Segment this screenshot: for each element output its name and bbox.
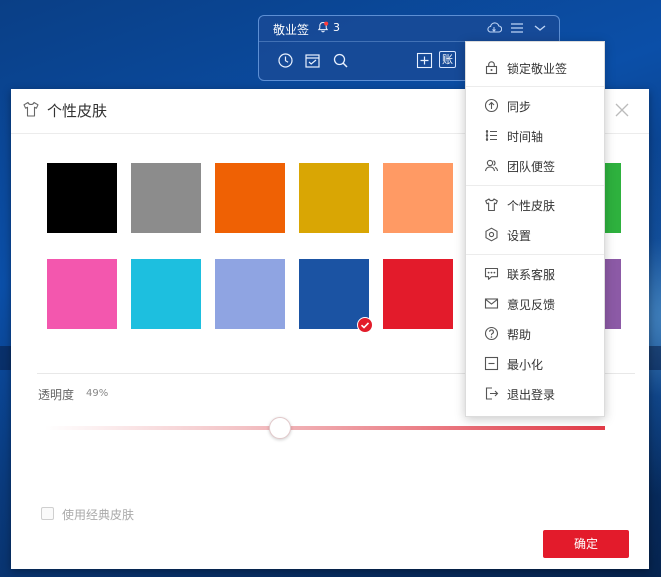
color-swatch[interactable] (131, 163, 201, 233)
hexagon-settings-icon (485, 227, 498, 242)
logout-icon (485, 387, 499, 400)
bell-icon[interactable] (317, 21, 329, 33)
menu-separator (466, 86, 604, 87)
opacity-value: 49% (86, 388, 109, 399)
menu-item-label: 最小化 (507, 358, 544, 372)
menu-item-label: 联系客服 (507, 268, 556, 282)
dialog-title: 个性皮肤 (47, 102, 108, 120)
menu-item-help[interactable]: 帮助 (466, 318, 604, 348)
confirm-button[interactable]: 确定 (543, 530, 629, 558)
menu-item-sync[interactable]: 同步 (466, 90, 604, 120)
color-swatch[interactable] (215, 163, 285, 233)
menu-item-team[interactable]: 团队便签 (466, 150, 604, 180)
menu-item-support[interactable]: 联系客服 (466, 258, 604, 288)
lock-icon (485, 61, 498, 75)
menu-item-label: 设置 (507, 229, 532, 243)
team-icon (484, 159, 499, 172)
chat-icon (484, 267, 499, 280)
selected-check-icon (357, 317, 373, 333)
timeline-icon (485, 130, 497, 141)
cloud-sync-icon[interactable] (486, 21, 502, 35)
clock-icon[interactable] (277, 52, 294, 69)
chevron-down-icon[interactable] (532, 21, 548, 35)
menu-item-label: 个性皮肤 (507, 199, 556, 213)
opacity-slider-track[interactable] (45, 426, 605, 430)
dropdown-menu: 锁定敬业签 同步 时间轴 团队便签 个性皮肤 设置 联系客服 意见反馈 帮助 最… (465, 41, 605, 417)
notification-count: 3 (333, 21, 340, 34)
menu-icon[interactable] (509, 21, 525, 35)
menu-item-label: 意见反馈 (507, 298, 556, 312)
widget-title[interactable]: 敬业签 (273, 21, 309, 38)
opacity-slider-thumb[interactable] (269, 417, 291, 439)
shirt-icon (23, 101, 39, 117)
color-swatch[interactable] (383, 259, 453, 329)
menu-item-settings[interactable]: 设置 (466, 219, 604, 249)
menu-item-lock[interactable]: 锁定敬业签 (466, 52, 604, 82)
help-icon (484, 326, 499, 341)
shirt-icon (485, 198, 498, 212)
menu-item-label: 同步 (507, 100, 532, 114)
color-swatch[interactable] (47, 163, 117, 233)
classic-skin-checkbox[interactable] (41, 507, 54, 520)
color-swatch[interactable] (299, 163, 369, 233)
menu-item-skin[interactable]: 个性皮肤 (466, 189, 604, 219)
menu-item-minimize[interactable]: 最小化 (466, 348, 604, 378)
color-swatch[interactable] (131, 259, 201, 329)
minimize-icon (484, 356, 499, 371)
menu-item-logout[interactable]: 退出登录 (466, 378, 604, 408)
color-swatch[interactable] (383, 163, 453, 233)
account-button[interactable]: 账 (439, 51, 456, 68)
menu-separator (466, 254, 604, 255)
search-icon[interactable] (332, 52, 349, 69)
sync-arrow-icon (484, 98, 499, 113)
widget-titlebar: 敬业签 3 (259, 16, 559, 42)
menu-item-label: 帮助 (507, 328, 532, 342)
calendar-check-icon[interactable] (304, 52, 321, 69)
classic-skin-label: 使用经典皮肤 (62, 508, 135, 522)
close-icon[interactable] (615, 103, 629, 117)
add-icon[interactable] (416, 52, 433, 69)
menu-separator (466, 185, 604, 186)
menu-item-timeline[interactable]: 时间轴 (466, 120, 604, 150)
opacity-label: 透明度 (38, 388, 75, 402)
mail-icon (484, 298, 499, 309)
color-swatch[interactable] (47, 259, 117, 329)
menu-item-label: 退出登录 (507, 388, 556, 402)
menu-item-label: 时间轴 (507, 130, 544, 144)
menu-item-feedback[interactable]: 意见反馈 (466, 288, 604, 318)
color-swatch[interactable] (215, 259, 285, 329)
menu-item-label: 锁定敬业签 (507, 62, 568, 76)
menu-item-label: 团队便签 (507, 160, 556, 174)
